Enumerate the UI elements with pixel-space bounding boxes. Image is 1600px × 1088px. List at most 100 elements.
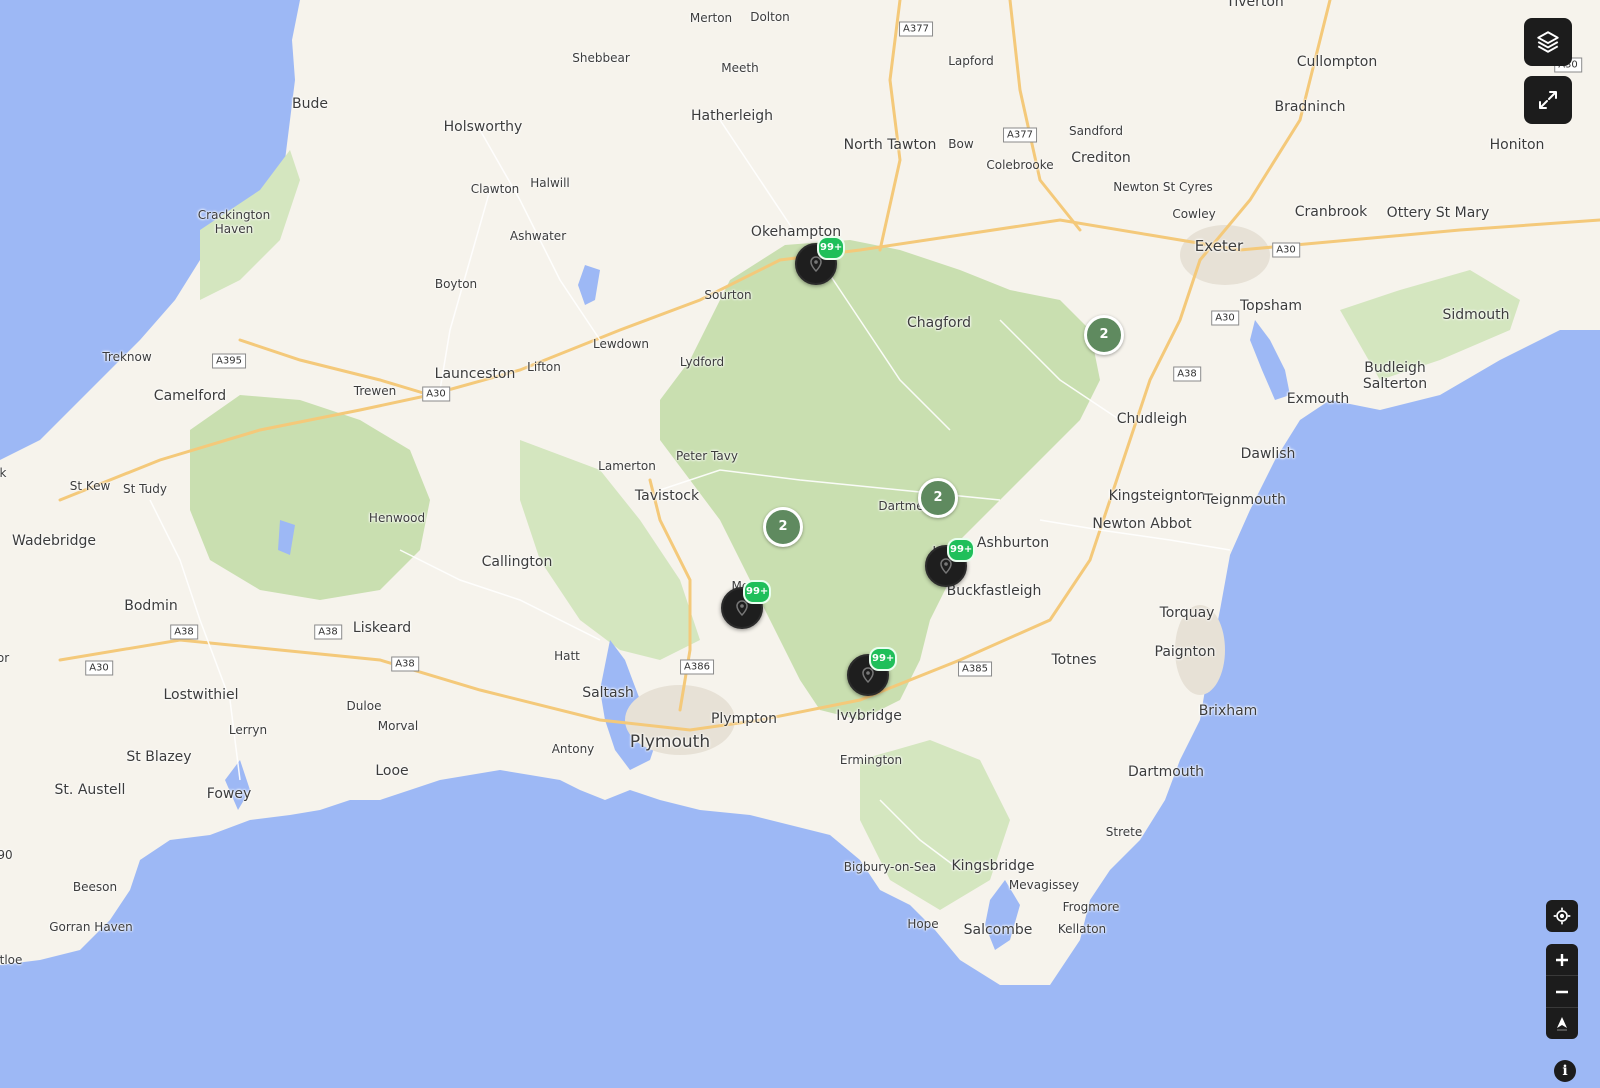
place-label: Strete	[1105, 825, 1143, 839]
road-shield: A395	[212, 353, 246, 369]
place-label: Ermington	[839, 753, 903, 767]
place-label: St Kew	[69, 479, 111, 493]
place-label: Salterton	[1362, 376, 1428, 392]
place-label: Lostwithiel	[163, 687, 239, 703]
place-label: Mevagissey	[1008, 878, 1080, 892]
road-shield: A38	[1173, 366, 1201, 382]
place-label: Liskeard	[352, 620, 412, 636]
road-shield: A38	[391, 656, 419, 672]
place-label: Cowley	[1172, 207, 1216, 221]
place-label: Bigbury-on-Sea	[843, 860, 937, 874]
marker-count-badge: 99+	[947, 538, 976, 562]
poi-marker-buckfastleigh[interactable]: 99+	[925, 538, 976, 587]
place-label: Tiverton	[1226, 0, 1284, 10]
place-label: Sourton	[704, 288, 752, 302]
place-label: Sandford	[1068, 124, 1124, 138]
layers-button[interactable]	[1524, 18, 1572, 66]
place-label: Lewdown	[592, 337, 650, 351]
road-shield: A386	[680, 659, 714, 675]
place-label: Bow	[948, 137, 974, 151]
place-label: Plymouth	[629, 732, 711, 752]
place-label: Antony	[551, 742, 595, 756]
place-label: Paignton	[1154, 644, 1216, 660]
place-label: Duloe	[346, 699, 382, 713]
map-basemap	[0, 0, 1600, 1088]
marker-count-badge: 99+	[743, 580, 772, 604]
place-label: Dartme	[878, 499, 924, 513]
place-label: Totnes	[1051, 652, 1097, 668]
place-label: Kingsteignton	[1108, 488, 1206, 504]
poi-marker-okehampton[interactable]: 99+	[795, 236, 846, 285]
place-label: Beeson	[72, 880, 118, 894]
cluster-marker[interactable]: 2	[763, 507, 803, 547]
zoom-in-button[interactable]	[1546, 944, 1578, 976]
info-button[interactable]: i	[1554, 1060, 1576, 1082]
layers-icon	[1537, 31, 1559, 53]
place-label: Honiton	[1489, 137, 1545, 153]
place-label: Treknow	[102, 350, 152, 364]
place-label: tloe	[0, 953, 23, 967]
place-label: Lerryn	[228, 723, 268, 737]
place-label: Merton	[689, 11, 733, 25]
place-label: Dartmouth	[1127, 764, 1205, 780]
place-label: Shebbear	[572, 51, 630, 65]
road-shield: A30	[422, 386, 450, 402]
place-label: Morval	[377, 719, 419, 733]
place-label: Colebrooke	[986, 158, 1054, 172]
place-label: Chagford	[906, 315, 972, 331]
place-label: Peter Tavy	[676, 449, 738, 463]
locate-icon	[1553, 907, 1571, 925]
place-label: k	[0, 466, 7, 480]
place-label: Launceston	[434, 366, 516, 382]
place-label: St Blazey	[126, 749, 192, 765]
fullscreen-button[interactable]	[1524, 76, 1572, 124]
place-label: Lydford	[679, 355, 725, 369]
cluster-marker[interactable]: 2	[918, 478, 958, 518]
place-label: Tavistock	[634, 488, 700, 504]
place-label: Gorran Haven	[49, 920, 133, 934]
place-label: Meeth	[721, 61, 759, 75]
road-shield: A377	[1003, 127, 1037, 143]
place-label: Cranbrook	[1294, 204, 1368, 220]
place-label: Exmouth	[1286, 391, 1350, 407]
map-canvas[interactable]: Merton Dolton Shebbear Meeth Lapford Tiverton…	[0, 0, 1600, 1088]
place-label: Sidmouth	[1442, 307, 1510, 323]
compass-button[interactable]	[1546, 1008, 1578, 1039]
place-label: Chudleigh	[1116, 411, 1188, 427]
place-label: St Tudy	[123, 482, 167, 496]
place-label: 90	[0, 848, 13, 862]
marker-count-badge: 99+	[869, 647, 898, 671]
place-label: North Tawton	[843, 137, 937, 153]
poi-marker-meavy[interactable]: 99+	[721, 580, 772, 629]
locate-button[interactable]	[1546, 900, 1578, 932]
road-shield: A30	[85, 660, 113, 676]
zoom-out-button[interactable]	[1546, 976, 1578, 1008]
place-label: Callington	[481, 554, 553, 570]
place-label: Trewen	[353, 384, 397, 398]
cluster-marker[interactable]: 2	[1084, 315, 1124, 355]
place-label: Lamerton	[598, 459, 656, 473]
place-label: Halwill	[530, 176, 570, 190]
road-shield: A30	[1211, 310, 1239, 326]
place-label: Budleigh	[1364, 360, 1426, 376]
place-label: Brixham	[1198, 703, 1258, 719]
place-label: Cullompton	[1296, 54, 1378, 70]
road-shield: A38	[314, 624, 342, 640]
place-label: Bodmin	[124, 598, 178, 614]
fullscreen-icon	[1539, 91, 1557, 109]
place-label: Kingsbridge	[951, 858, 1035, 874]
place-label: Ashwater	[509, 229, 567, 243]
place-label: Frogmore	[1062, 900, 1120, 914]
place-label: Hope	[907, 917, 939, 931]
poi-marker-ivybridge[interactable]: 99+	[847, 647, 898, 696]
road-shield: A38	[170, 624, 198, 640]
zoom-controls	[1546, 944, 1578, 1039]
plus-icon	[1556, 953, 1568, 966]
road-shield: A377	[899, 21, 933, 37]
road-shield: A385	[958, 661, 992, 677]
place-label: Dolton	[750, 10, 790, 24]
place-label: Ashburton	[976, 535, 1050, 551]
place-label: Ottery St Mary	[1386, 205, 1490, 221]
place-label: Lifton	[527, 360, 561, 374]
place-label: Haven	[214, 222, 254, 236]
